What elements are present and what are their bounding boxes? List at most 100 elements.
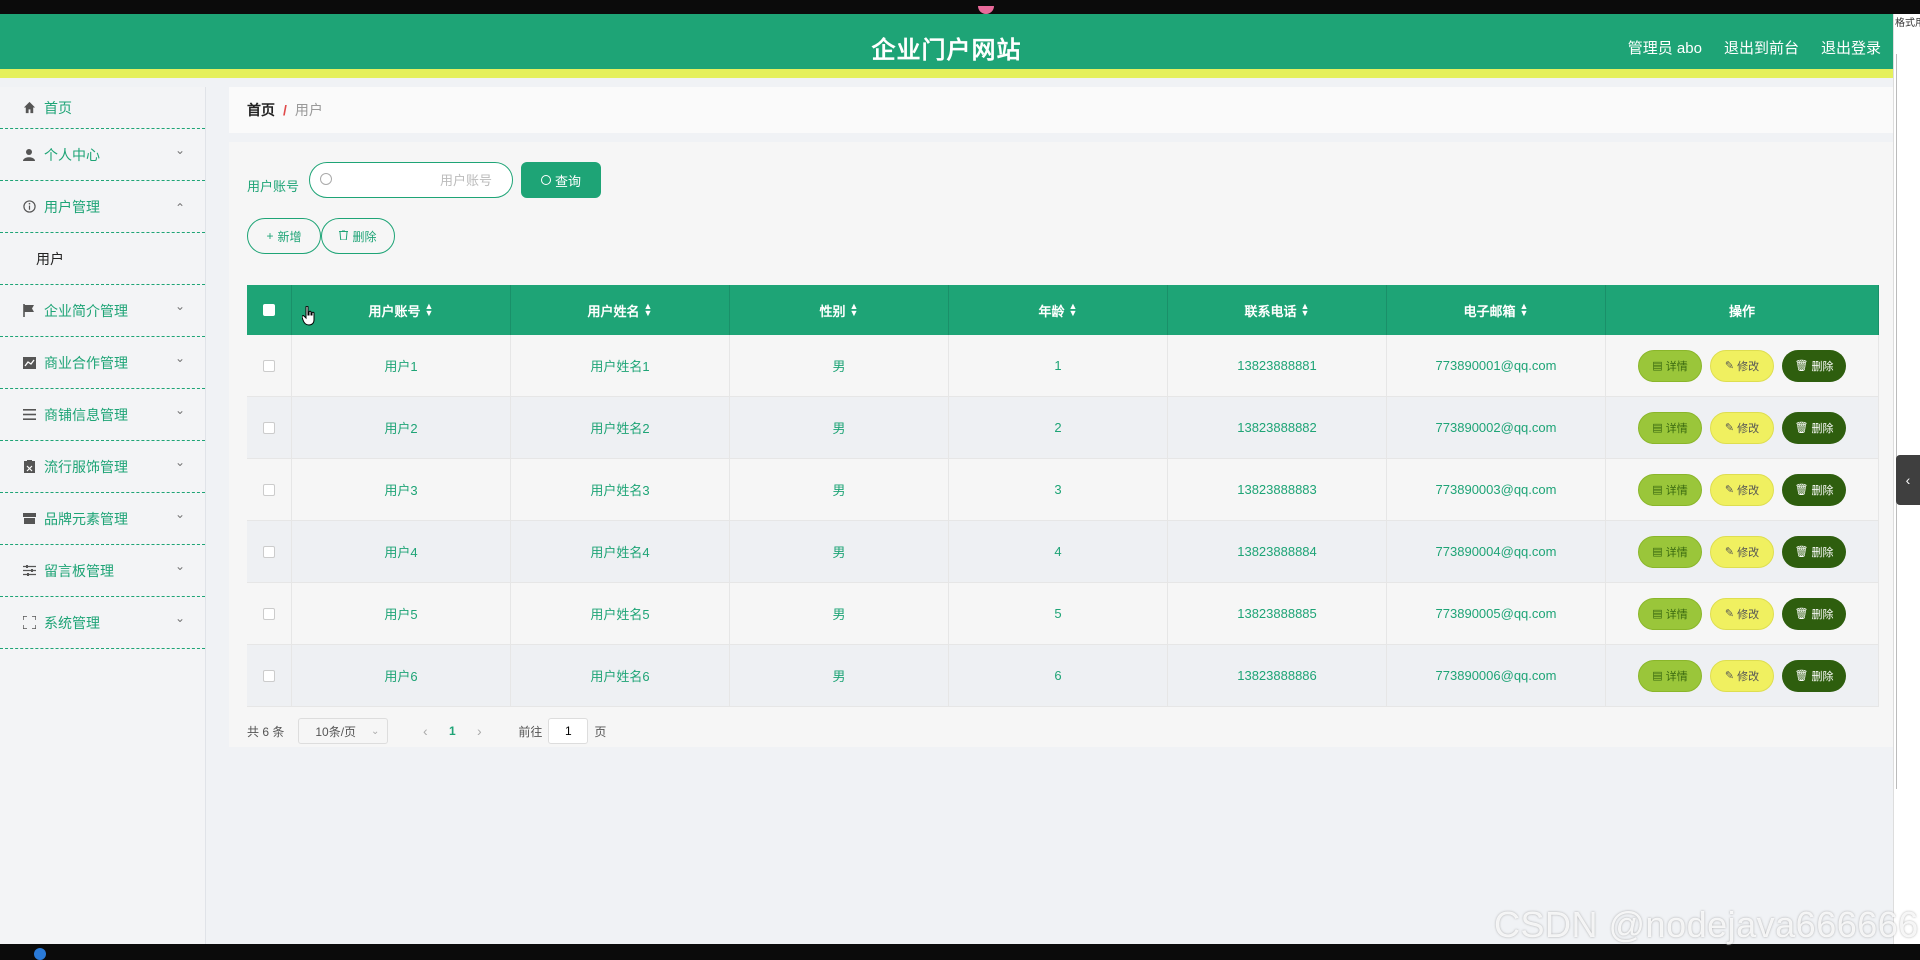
edit-button[interactable]: ✎ 修改: [1710, 597, 1774, 630]
row-checkbox[interactable]: [263, 607, 275, 620]
breadcrumb-home[interactable]: 首页: [247, 100, 275, 120]
header-age[interactable]: 年龄 ▲ ▼: [949, 285, 1168, 335]
detail-button[interactable]: ▤ 详情: [1638, 349, 1702, 382]
row-checkbox[interactable]: [263, 359, 275, 372]
detail-button[interactable]: ▤ 详情: [1638, 659, 1702, 692]
delete-button[interactable]: 🗑 删除: [1782, 597, 1846, 630]
logout-link[interactable]: 退出登录: [1821, 37, 1881, 58]
sidebar-item-personal-center[interactable]: 个人中心 ⌄: [0, 129, 205, 181]
collapse-panel-button[interactable]: ‹: [1896, 455, 1920, 505]
edit-button[interactable]: ✎ 修改: [1710, 535, 1774, 568]
sidebar-item-shop-info[interactable]: 商铺信息管理 ⌄: [0, 389, 205, 441]
search-input[interactable]: [340, 163, 504, 197]
cell-account: 用户5: [292, 583, 511, 644]
select-all-checkbox[interactable]: [263, 304, 275, 316]
edit-label: 修改: [1737, 546, 1760, 559]
user-icon: [22, 148, 36, 162]
goto-page-input[interactable]: [548, 718, 589, 744]
row-checkbox[interactable]: [263, 545, 275, 558]
delete-label: 删除: [1811, 360, 1834, 373]
batch-delete-button[interactable]: 删除: [321, 218, 395, 254]
chevron-up-icon: ⌃: [174, 201, 185, 215]
sidebar-item-label: 个人中心: [44, 146, 100, 163]
sidebar: 首页 个人中心 ⌄ 用户管理 ⌃ 用户 企业简介管理 ⌄ 商业合作管理 ⌄ 商铺…: [0, 87, 206, 944]
sidebar-item-brand-elements[interactable]: 品牌元素管理 ⌄: [0, 493, 205, 545]
table-row: 用户3 用户姓名3 男 3 13823888883 773890003@qq.com ▤ 详情…: [247, 459, 1879, 521]
chevron-down-icon: ⌄: [174, 403, 185, 417]
cell-age: 5: [949, 583, 1168, 644]
row-select-cell: [247, 521, 292, 582]
cell-email: 773890003@qq.com: [1387, 459, 1606, 520]
cell-age: 6: [949, 645, 1168, 706]
row-checkbox[interactable]: [263, 669, 275, 682]
delete-button[interactable]: 🗑 删除: [1782, 349, 1846, 382]
chevron-down-icon: ⌄: [174, 299, 185, 313]
sidebar-subitem-user[interactable]: 用户: [0, 233, 205, 285]
divider: [1896, 54, 1897, 789]
edit-button[interactable]: ✎ 修改: [1710, 411, 1774, 444]
cell-name: 用户姓名3: [511, 459, 730, 520]
trash-icon: [339, 229, 349, 243]
edit-button[interactable]: ✎ 修改: [1710, 349, 1774, 382]
sidebar-item-system[interactable]: 系统管理 ⌄: [0, 597, 205, 649]
detail-button[interactable]: ▤ 详情: [1638, 535, 1702, 568]
header-gender[interactable]: 性别 ▲ ▼: [730, 285, 949, 335]
detail-label: 详情: [1665, 360, 1688, 373]
cell-actions: ▤ 详情 ✎ 修改 🗑 删除: [1606, 521, 1879, 582]
clipboard-icon: [22, 460, 36, 474]
sidebar-item-business-cooperation[interactable]: 商业合作管理 ⌄: [0, 337, 205, 389]
pagination-total: 共 6 条: [247, 724, 285, 739]
table-header: 用户账号 ▲ ▼ 用户姓名 ▲ ▼ 性别 ▲ ▼ 年龄 ▲ ▼ 联系电话 ▲ ▼ 电子邮箱 ▲ ▼ 操作: [247, 285, 1879, 335]
header-account[interactable]: 用户账号 ▲ ▼: [292, 285, 511, 335]
row-actions: ▤ 详情 ✎ 修改 🗑 删除: [1638, 659, 1846, 692]
header: 企业门户网站 管理员 abo 退出到前台 退出登录: [0, 14, 1893, 78]
table-row: 用户4 用户姓名4 男 4 13823888884 773890004@qq.com ▤ 详情…: [247, 521, 1879, 583]
delete-button[interactable]: 🗑 删除: [1782, 473, 1846, 506]
edit-label: 修改: [1737, 608, 1760, 621]
row-select-cell: [247, 583, 292, 644]
delete-button[interactable]: 🗑 删除: [1782, 411, 1846, 444]
sidebar-item-message-board[interactable]: 留言板管理 ⌄: [0, 545, 205, 597]
page-number[interactable]: 1: [442, 724, 462, 738]
chevron-down-icon: ⌄: [174, 611, 185, 625]
row-checkbox[interactable]: [263, 421, 275, 434]
edit-button[interactable]: ✎ 修改: [1710, 659, 1774, 692]
back-to-front-link[interactable]: 退出到前台: [1724, 37, 1799, 58]
header-name[interactable]: 用户姓名 ▲ ▼: [511, 285, 730, 335]
watermark: CSDN @nodejava666666: [1494, 904, 1919, 945]
chevron-down-icon: ⌄: [174, 455, 185, 469]
delete-button-label: 删除: [352, 229, 377, 244]
sidebar-item-label: 流行服饰管理: [44, 458, 128, 475]
header-email[interactable]: 电子邮箱 ▲ ▼: [1387, 285, 1606, 335]
header-label: 性别: [819, 303, 846, 319]
next-page-button[interactable]: ›: [462, 723, 496, 739]
header-phone[interactable]: 联系电话 ▲ ▼: [1168, 285, 1387, 335]
detail-button[interactable]: ▤ 详情: [1638, 411, 1702, 444]
row-select-cell: [247, 397, 292, 458]
edit-button[interactable]: ✎ 修改: [1710, 473, 1774, 506]
site-title: 企业门户网站: [871, 37, 1022, 64]
add-button-label: 新增: [277, 229, 302, 244]
sidebar-item-user-management[interactable]: 用户管理 ⌃: [0, 181, 205, 233]
breadcrumb: 首页 / 用户: [229, 87, 1893, 133]
table-row: 用户1 用户姓名1 男 1 13823888881 773890001@qq.com ▤ 详情…: [247, 335, 1879, 397]
detail-button[interactable]: ▤ 详情: [1638, 473, 1702, 506]
detail-label: 详情: [1665, 608, 1688, 621]
add-button[interactable]: + 新增: [247, 218, 321, 254]
row-checkbox[interactable]: [263, 483, 275, 496]
sidebar-item-company-intro[interactable]: 企业简介管理 ⌄: [0, 285, 205, 337]
trash-icon: 🗑: [1794, 422, 1809, 434]
sidebar-item-fashion[interactable]: 流行服饰管理 ⌄: [0, 441, 205, 493]
delete-button[interactable]: 🗑 删除: [1782, 535, 1846, 568]
query-button[interactable]: 查询: [521, 162, 601, 198]
detail-button[interactable]: ▤ 详情: [1638, 597, 1702, 630]
page-size-select[interactable]: 10条/页 ⌄: [298, 718, 389, 744]
cell-actions: ▤ 详情 ✎ 修改 🗑 删除: [1606, 645, 1879, 706]
document-icon: ▤: [1652, 422, 1663, 434]
search-label: 用户账号: [247, 179, 300, 194]
cell-age: 2: [949, 397, 1168, 458]
prev-page-button[interactable]: ‹: [408, 723, 442, 739]
header-label: 用户账号: [368, 303, 421, 319]
sidebar-item-home[interactable]: 首页: [0, 87, 205, 129]
delete-button[interactable]: 🗑 删除: [1782, 659, 1846, 692]
